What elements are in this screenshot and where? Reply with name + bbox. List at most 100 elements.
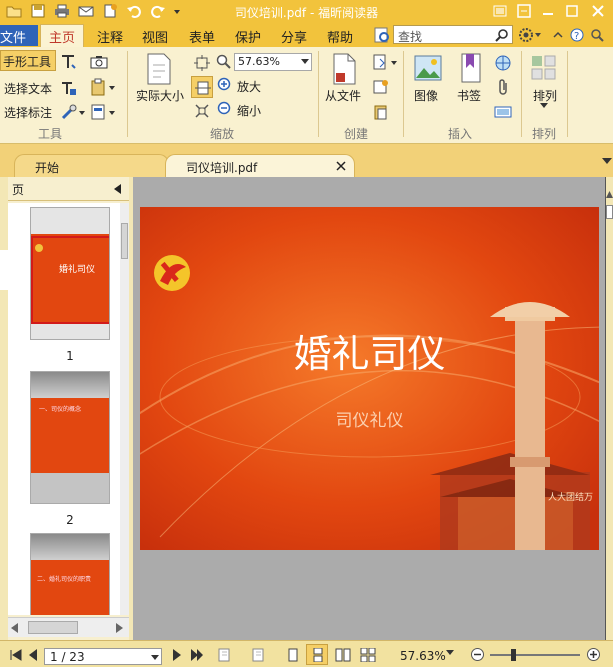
zoom-out-button[interactable]: 缩小 — [237, 102, 261, 119]
single-page-icon[interactable] — [286, 648, 300, 662]
chevron-down-icon[interactable] — [540, 103, 548, 109]
search-icon[interactable] — [495, 28, 509, 42]
maximize-icon[interactable] — [562, 2, 582, 20]
fit-page-icon[interactable] — [194, 55, 210, 71]
close-icon[interactable] — [588, 2, 608, 20]
menu-annotate[interactable]: 注释 — [97, 27, 123, 46]
page-number-field[interactable]: 1 / 23 — [44, 648, 162, 665]
thumbnail-h-scrollbar[interactable] — [8, 617, 129, 637]
clipboard-icon[interactable] — [90, 78, 118, 96]
zoom-slider-track[interactable] — [490, 654, 580, 656]
continuous-view-button[interactable] — [306, 644, 328, 665]
separator — [567, 51, 568, 137]
page-thumbnail-1[interactable]: 婚礼司仪 — [30, 207, 110, 340]
arrange-icon[interactable] — [531, 55, 557, 81]
scroll-thumb[interactable] — [121, 223, 128, 259]
prev-view-icon[interactable] — [218, 648, 232, 662]
menu-help[interactable]: 帮助 — [327, 27, 353, 46]
zoom-in-icon[interactable] — [217, 77, 233, 93]
zoom-in-button[interactable]: 放大 — [237, 78, 261, 95]
collapsed-panel-tab[interactable] — [0, 250, 8, 290]
next-page-icon[interactable] — [172, 649, 182, 661]
chevron-down-icon[interactable] — [301, 59, 309, 65]
text-tool-icon[interactable] — [60, 53, 78, 71]
document-scrollbar[interactable] — [605, 177, 613, 640]
tab-document[interactable]: 司仪培训.pdf — [165, 154, 355, 177]
thumbnail-list[interactable]: 婚礼司仪 1 一、司仪的概念 2 二、婚礼司仪的职责 — [8, 203, 120, 615]
find-doc-icon[interactable] — [373, 26, 391, 44]
scroll-right-icon[interactable] — [116, 623, 124, 633]
facing-page-icon[interactable] — [335, 648, 351, 662]
hand-tool-button[interactable]: 手形工具 — [0, 50, 56, 71]
typewriter-icon[interactable] — [60, 80, 78, 96]
separator — [127, 51, 128, 137]
current-view-frame — [31, 236, 109, 324]
page-number-input[interactable]: 1 / 23 — [50, 650, 85, 664]
image-icon[interactable] — [414, 54, 442, 82]
bookmark-button[interactable]: 书签 — [457, 87, 481, 104]
actual-size-icon[interactable] — [145, 53, 173, 85]
image-button[interactable]: 图像 — [414, 87, 438, 104]
tab-start[interactable]: 开始 — [14, 154, 169, 177]
zoom-out-icon[interactable] — [217, 101, 233, 117]
create-blank-icon[interactable] — [372, 53, 400, 71]
next-view-icon[interactable] — [250, 648, 264, 662]
clipboard-create-icon[interactable] — [372, 103, 390, 121]
tab-list-arrow-icon[interactable] — [602, 158, 612, 166]
zoom-out-circle-icon[interactable] — [470, 647, 485, 662]
last-page-icon[interactable] — [190, 649, 204, 661]
form-tool-icon[interactable] — [90, 103, 118, 121]
menu-bar: 文件 主页 注释 视图 表单 保护 分享 帮助 查找 ? — [0, 23, 613, 47]
thumbnail-scrollbar[interactable] — [120, 203, 129, 615]
ribbon-up-icon[interactable] — [552, 29, 564, 41]
attachment-icon[interactable] — [494, 78, 512, 96]
from-file-icon[interactable] — [332, 53, 358, 85]
menu-protect[interactable]: 保护 — [235, 27, 261, 46]
help-icon[interactable]: ? — [570, 28, 584, 42]
search-box[interactable]: 查找 — [393, 25, 513, 44]
link-globe-icon[interactable] — [494, 54, 512, 72]
zoom-select[interactable]: 57.63% — [234, 53, 312, 71]
settings-gear-icon[interactable] — [518, 27, 542, 43]
minimize-icon[interactable] — [538, 2, 558, 20]
camera-icon[interactable] — [90, 54, 108, 70]
actual-size-button[interactable]: 实际大小 — [136, 87, 184, 104]
page-thumbnail-2[interactable]: 一、司仪的概念 — [30, 371, 110, 504]
continuous-facing-icon[interactable] — [360, 648, 376, 662]
h-scroll-thumb[interactable] — [28, 621, 78, 634]
layout-icon[interactable] — [490, 2, 510, 20]
zoom-in-circle-icon[interactable] — [586, 647, 601, 662]
document-view[interactable]: 婚礼司仪 司仪礼仪 人大团结万 — [133, 177, 605, 640]
prev-page-icon[interactable] — [28, 649, 38, 661]
chevron-down-icon[interactable] — [151, 655, 159, 661]
zoom-tool-icon[interactable] — [590, 28, 604, 42]
arrange-button[interactable]: 排列 — [533, 87, 557, 104]
hand-tool-label: 手形工具 — [3, 55, 52, 69]
first-page-icon[interactable] — [10, 649, 22, 661]
doc-scroll-thumb[interactable] — [606, 205, 613, 219]
zoom-menu-arrow-icon[interactable] — [446, 650, 454, 656]
link-tool-icon[interactable] — [60, 103, 88, 121]
menu-file[interactable]: 文件 — [0, 25, 38, 46]
scanner-icon[interactable] — [372, 78, 390, 96]
fit-width-button[interactable] — [191, 76, 213, 98]
select-annotation-button[interactable]: 选择标注 — [4, 104, 52, 121]
from-file-button[interactable]: 从文件 — [325, 87, 361, 104]
select-text-button[interactable]: 选择文本 — [4, 80, 52, 97]
page-thumbnail-3[interactable]: 二、婚礼司仪的职责 — [30, 533, 110, 615]
video-icon[interactable] — [494, 103, 512, 121]
scroll-left-icon[interactable] — [11, 623, 19, 633]
search-input[interactable]: 查找 — [398, 28, 422, 45]
menu-view[interactable]: 视图 — [142, 27, 168, 46]
scroll-up-icon[interactable] — [606, 191, 613, 199]
menu-form[interactable]: 表单 — [189, 27, 215, 46]
bookmark-icon[interactable] — [460, 53, 482, 83]
fit-visible-icon[interactable] — [194, 103, 210, 119]
collapse-panel-icon[interactable] — [114, 184, 122, 194]
close-tab-icon[interactable] — [336, 161, 346, 171]
menu-share[interactable]: 分享 — [281, 27, 307, 46]
restore-icon[interactable] — [514, 2, 534, 20]
zoom-slider-handle[interactable] — [511, 649, 516, 661]
zoom-glass-icon[interactable] — [216, 54, 232, 70]
menu-home[interactable]: 主页 — [40, 24, 84, 47]
